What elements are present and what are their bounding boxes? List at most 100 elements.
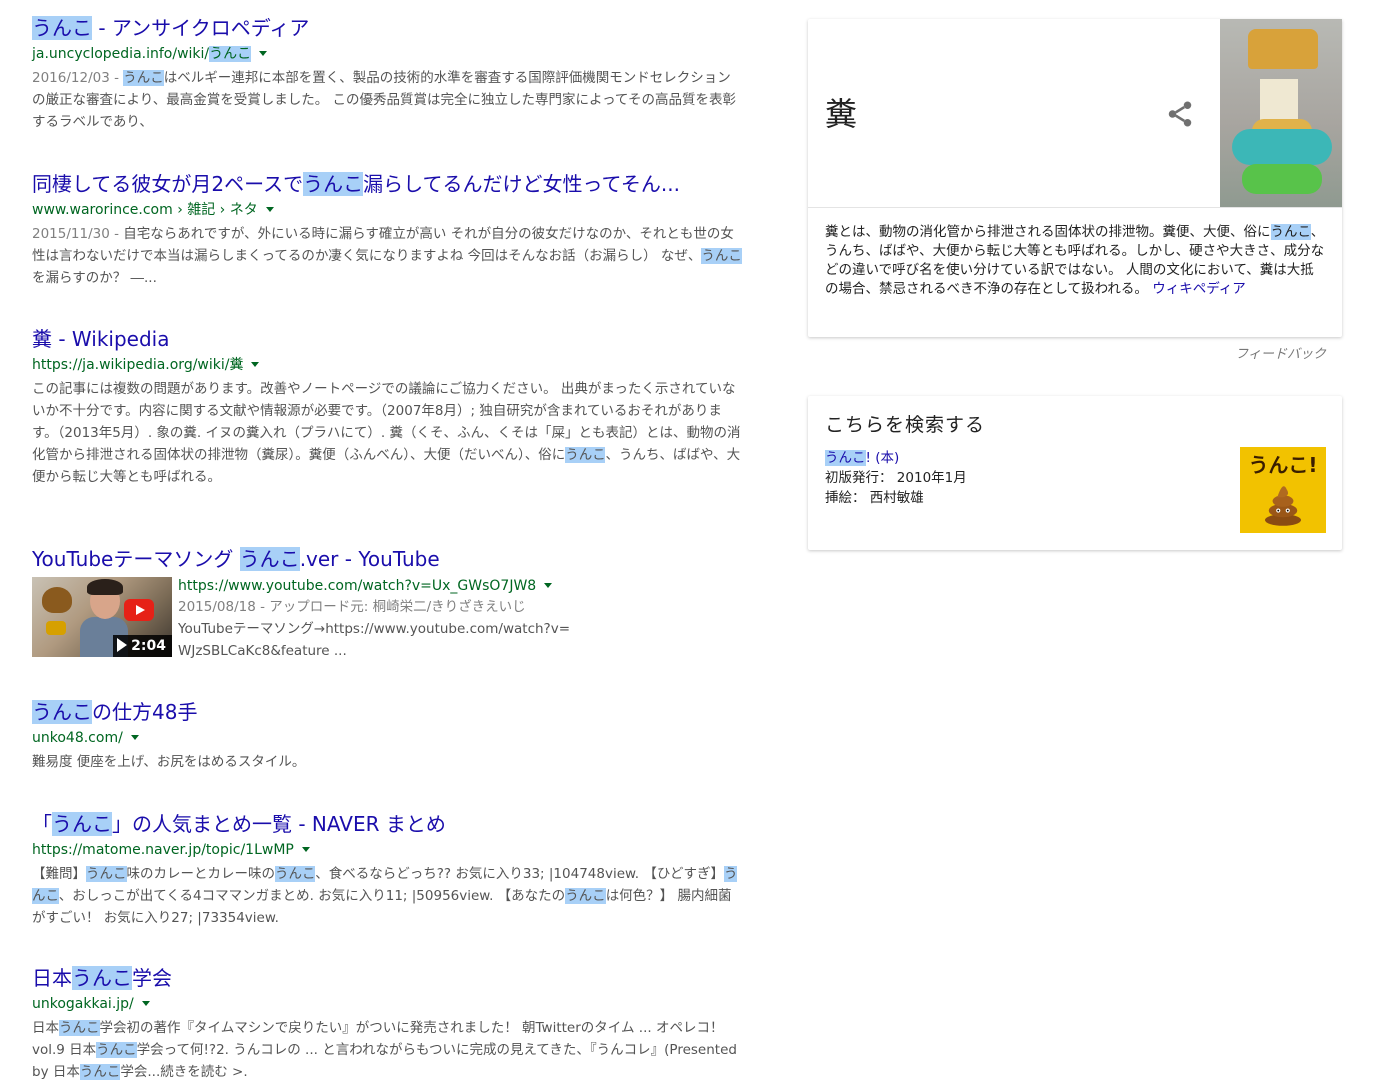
query-highlight: うんこ [565,447,606,463]
result-snippet: 2015/11/30 - 自宅ならあれですが、外にいる時に漏らす確立が高い それ… [32,223,744,289]
result-date: 2016/12/03 - [32,70,124,86]
text-segment: 、おしっこが出てくる4コママンガまとめ. お気に入り11; |50956view… [58,888,566,904]
query-highlight: うんこ [701,248,742,264]
text-segment: - アンサイクロペディア [92,16,310,40]
thumbnail-prop-shape [46,621,66,635]
result-title-link[interactable]: 同棲してる彼女が月2ペースでうんこ漏らしてるんだけど女性ってそん... [32,170,737,198]
first-publication-label: 初版発行： [825,470,893,486]
result-date: 2015/11/30 - [32,226,124,242]
video-row: 2:04 https://www.youtube.com/watch?v=Ux_… [32,577,752,662]
text-segment: 糞とは、動物の消化管から排泄される固体状の排泄物。糞便、大便、俗に [825,224,1271,240]
text-segment: https://ja.wikipedia.org/wiki/糞 [32,357,244,373]
text-segment: 自宅ならあれですが、外にいる時に漏らす確立が高い それが自分の彼女だけなのか、そ… [32,226,734,264]
text-segment: 」の人気まとめ一覧 - NAVER まとめ [112,812,446,836]
text-segment: https://matome.naver.jp/topic/1LwMP [32,842,294,858]
text-segment: 日本 [32,1020,59,1036]
text-segment: unkogakkai.jp/ [32,996,134,1012]
thumbnail-person-hair [87,579,123,595]
url-dropdown-caret-icon[interactable] [251,362,260,367]
query-highlight: うんこ [303,172,364,196]
result-url: ja.uncyclopedia.info/wiki/うんこ [32,45,752,64]
result-title-link[interactable]: うんこの仕方48手 [32,698,737,726]
video-description-line: YouTubeテーマソング→https://www.youtube.com/wa… [178,621,571,637]
book-title-rest: ! (本) [865,450,900,466]
result-title-link[interactable]: 日本うんこ学会 [32,964,737,992]
search-this-title: こちらを検索する [825,414,986,436]
query-highlight: うんこ [86,866,127,882]
url-dropdown-caret-icon[interactable] [544,583,553,588]
url-dropdown-caret-icon[interactable] [141,1001,150,1006]
url-dropdown-caret-icon[interactable] [259,51,268,56]
image-top-shape [1248,29,1318,69]
text-segment: の仕方48手 [92,700,198,724]
text-segment: https://www.youtube.com/watch?v=Ux_GWsO7… [178,578,537,594]
result-snippet: 難易度 便座を上げ、お尻をはめるスタイル。 [32,751,744,773]
video-upload-line: 2015/08/18 - アップロード元: 桐崎栄二/きりざきえいじ [178,599,526,615]
result-url: https://matome.naver.jp/topic/1LwMP [32,841,752,860]
text-segment: 「 [32,812,52,836]
result-title-link[interactable]: 糞 - Wikipedia [32,325,737,353]
feedback-link[interactable]: フィードバック [1235,343,1326,362]
wikipedia-source-link[interactable]: ウィキペディア [1152,281,1246,297]
query-highlight: うんこ [79,1064,121,1080]
result-snippet: 2016/12/03 - うんこはベルギー連邦に本部を置く、製品の技術的水準を審… [32,67,744,133]
text-segment: 学会...続きを読む >. [120,1064,248,1080]
book-cover-image[interactable]: うんこ! [1240,447,1326,533]
url-dropdown-caret-icon[interactable] [130,735,139,740]
query-highlight: うんこ [32,16,92,40]
text-segment: 、食べるならどっち?? お気に入り33; |104748view. 【ひどすぎ】 [315,866,724,882]
search-result: 「うんこ」の人気まとめ一覧 - NAVER まとめ https://matome… [32,810,752,929]
result-snippet: この記事には複数の問題があります。改善やノートページでの議論にご協力ください。 … [32,378,744,488]
result-title-link[interactable]: うんこ - アンサイクロペディア [32,14,737,42]
query-highlight: うんこ [32,700,92,724]
text-segment: 【難問】 [32,866,86,882]
query-highlight: うんこ [72,966,132,990]
query-highlight: うんこ [123,70,164,86]
result-title-link[interactable]: YouTubeテーマソング うんこ.ver - YouTube [32,545,737,573]
video-duration-badge: 2:04 [113,635,172,657]
search-result: 同棲してる彼女が月2ペースでうんこ漏らしてるんだけど女性ってそん... www.… [32,170,752,289]
text-segment: 日本 [32,966,72,990]
search-result: 日本うんこ学会 unkogakkai.jp/ 日本うんこ学会初の著作『タイムマシ… [32,964,752,1083]
poop-icon [1264,486,1302,526]
book-cover-title: うんこ! [1248,453,1318,477]
result-url: unko48.com/ [32,729,752,748]
text-segment: 漏らしてるんだけど女性ってそん... [363,172,680,196]
result-snippet: 日本うんこ学会初の著作『タイムマシンで戻りたい』がついに発売されました！ 朝Tw… [32,1017,744,1083]
search-result: うんこの仕方48手 unko48.com/ 難易度 便座を上げ、お尻をはめるスタ… [32,698,752,773]
knowledge-panel-image[interactable] [1220,19,1342,207]
search-result: うんこ - アンサイクロペディア ja.uncyclopedia.info/wi… [32,14,752,133]
query-highlight: うんこ [239,547,300,571]
query-highlight: うんこ [96,1042,137,1058]
video-thumbnail[interactable]: 2:04 [32,577,172,657]
share-icon[interactable] [1165,99,1195,129]
result-url: www.warorince.com › 雑記 › ネタ [32,201,752,220]
url-dropdown-caret-icon[interactable] [265,207,274,212]
query-highlight: うんこ [59,1020,100,1036]
image-base-shape [1242,164,1322,194]
book-link[interactable]: うんこ! (本) [825,446,899,466]
query-highlight: うんこ [275,866,316,882]
result-snippet: 【難問】うんこ味のカレーとカレー味のうんこ、食べるならどっち?? お気に入り33… [32,863,744,929]
knowledge-panel-title: 糞 [825,95,858,133]
text-segment: 学会 [132,966,172,990]
text-segment: 難易度 便座を上げ、お尻をはめるスタイル。 [32,754,306,770]
text-segment: ja.uncyclopedia.info/wiki/ [32,46,210,62]
knowledge-panel-description: 糞とは、動物の消化管から排泄される固体状の排泄物。糞便、大便、俗にうんこ、うんち… [825,223,1325,299]
url-dropdown-caret-icon[interactable] [301,847,310,852]
first-publication-row: 初版発行： 2010年1月 [825,468,967,488]
result-title-link[interactable]: 「うんこ」の人気まとめ一覧 - NAVER まとめ [32,810,737,838]
illustrator-row: 挿絵： 西村敏雄 [825,488,967,508]
text-segment: .ver - YouTube [299,547,440,571]
book-title-highlight: うんこ [825,450,866,466]
text-segment: 糞 - Wikipedia [32,327,170,351]
search-result-video: YouTubeテーマソング うんこ.ver - YouTube 2:04 htt… [32,545,752,662]
result-url: unkogakkai.jp/ [32,995,752,1014]
text-segment: を漏らすのか？ ―... [32,270,157,286]
search-this-panel: こちらを検索する うんこ! (本) 初版発行： 2010年1月 挿絵： 西村敏雄… [808,396,1342,550]
knowledge-panel: 糞 糞とは、動物の消化管から排泄される固体状の排泄物。糞便、大便、俗にうんこ、う… [808,19,1342,337]
result-url: https://www.youtube.com/watch?v=Ux_GWsO7… [178,577,570,596]
query-highlight: うんこ [565,888,606,904]
text-segment: 味のカレーとカレー味の [126,866,276,882]
first-publication-value: 2010年1月 [896,470,967,486]
